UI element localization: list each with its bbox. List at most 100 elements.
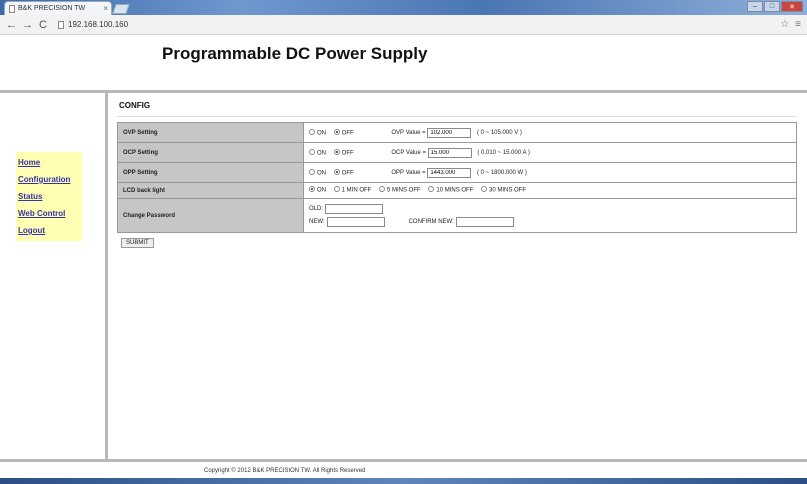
lcd-10min-label: 10 MINS OFF bbox=[436, 187, 474, 194]
browser-toolbar: ← → C 192.168.100.160 ☆ ≡ bbox=[0, 15, 807, 35]
lcd-label: LCD back light bbox=[117, 182, 304, 199]
address-bar[interactable]: 192.168.100.160 bbox=[54, 18, 132, 32]
opp-on-label: ON bbox=[317, 170, 326, 177]
ovp-controls: ON OFF OVP Value = ( 0 ~ 105.000 V ) bbox=[303, 122, 797, 143]
lcd-30min-label: 30 MINS OFF bbox=[489, 187, 527, 194]
browser-tab[interactable]: B&K PRECISION TW × bbox=[4, 1, 112, 15]
ovp-label: OVP Setting bbox=[117, 122, 304, 143]
opp-off-option[interactable]: OFF bbox=[333, 168, 354, 177]
table-row: OCP Setting ON OFF OCP Value = ( 0.010 ~… bbox=[117, 142, 797, 163]
minimize-button[interactable]: – bbox=[747, 1, 763, 12]
opp-range: ( 0 ~ 1800.000 W ) bbox=[477, 170, 527, 177]
opp-on-option[interactable]: ON bbox=[309, 168, 326, 177]
lcd-5min-option[interactable]: 5 MINS OFF bbox=[379, 186, 421, 194]
forward-icon[interactable]: → bbox=[22, 19, 33, 31]
ovp-on-label: ON bbox=[317, 130, 326, 137]
opp-off-radio[interactable] bbox=[333, 168, 340, 175]
confirm-password-input[interactable] bbox=[455, 217, 514, 227]
lcd-controls: ON 1 MIN OFF 5 MINS OFF 10 MINS OFF 30 M… bbox=[303, 182, 797, 199]
confirm-password-label: CONFIRM NEW: bbox=[408, 219, 454, 225]
os-taskbar bbox=[0, 478, 807, 484]
lcd-1min-option[interactable]: 1 MIN OFF bbox=[333, 186, 372, 194]
lcd-5min-label: 5 MINS OFF bbox=[387, 187, 421, 194]
ovp-value-input[interactable] bbox=[427, 127, 472, 138]
lcd-30min-option[interactable]: 30 MINS OFF bbox=[481, 186, 527, 194]
lcd-on-radio[interactable] bbox=[309, 186, 315, 193]
config-divider bbox=[117, 116, 797, 117]
lcd-on-option[interactable]: ON bbox=[309, 186, 326, 194]
old-password-row: OLD: bbox=[309, 203, 796, 216]
opp-value-input[interactable] bbox=[427, 167, 472, 178]
lcd-10min-option[interactable]: 10 MINS OFF bbox=[428, 186, 474, 194]
lcd-1min-label: 1 MIN OFF bbox=[341, 187, 372, 194]
new-password-row: NEW: CONFIRM NEW: bbox=[309, 216, 796, 229]
ocp-range: ( 0.010 ~ 15.000 A ) bbox=[477, 150, 530, 157]
ocp-controls: ON OFF OCP Value = ( 0.010 ~ 15.000 A ) bbox=[303, 142, 797, 163]
table-row: OPP Setting ON OFF OPP Value = ( 0 ~ 180… bbox=[117, 162, 797, 183]
lcd-on-label: ON bbox=[317, 187, 326, 194]
config-table: OVP Setting ON OFF OVP Value = ( 0 ~ 105… bbox=[117, 122, 797, 233]
new-password-input[interactable] bbox=[326, 217, 385, 227]
ovp-value-label: OVP Value = bbox=[391, 130, 426, 137]
opp-value-label: OPP Value = bbox=[391, 170, 426, 177]
opp-off-label: OFF bbox=[341, 170, 354, 177]
ovp-off-radio[interactable] bbox=[333, 128, 340, 135]
page-icon bbox=[58, 20, 64, 29]
lcd-5min-radio[interactable] bbox=[379, 186, 386, 193]
ocp-label: OCP Setting bbox=[117, 142, 304, 163]
sidebar-item-home[interactable]: Home bbox=[18, 154, 80, 171]
reload-icon[interactable]: C bbox=[38, 19, 48, 31]
bookmark-star-icon[interactable]: ☆ bbox=[780, 19, 789, 30]
ocp-value-input[interactable] bbox=[427, 147, 472, 158]
ovp-on-radio[interactable] bbox=[309, 128, 315, 135]
table-row: LCD back light ON 1 MIN OFF 5 MINS OFF 1… bbox=[117, 182, 797, 199]
menu-icon[interactable]: ≡ bbox=[795, 19, 801, 30]
new-password-label: NEW: bbox=[309, 219, 325, 225]
header-divider bbox=[0, 90, 807, 93]
new-tab-button[interactable] bbox=[112, 4, 130, 14]
page-icon bbox=[9, 4, 15, 13]
footer-divider bbox=[0, 459, 807, 462]
old-password-input[interactable] bbox=[325, 204, 384, 214]
ocp-on-option[interactable]: ON bbox=[309, 148, 326, 157]
old-password-label: OLD: bbox=[309, 206, 324, 212]
config-heading: CONFIG bbox=[119, 101, 151, 110]
ocp-off-radio[interactable] bbox=[333, 148, 340, 155]
tab-close-icon[interactable]: × bbox=[103, 4, 111, 13]
opp-label: OPP Setting bbox=[117, 162, 304, 183]
ocp-off-label: OFF bbox=[341, 150, 354, 157]
ocp-off-option[interactable]: OFF bbox=[333, 148, 354, 157]
sidebar-item-web-control[interactable]: Web Control bbox=[18, 205, 80, 222]
ocp-on-label: ON bbox=[317, 150, 326, 157]
ocp-on-radio[interactable] bbox=[309, 148, 315, 155]
ocp-value-label: OCP Value = bbox=[391, 150, 426, 157]
opp-on-radio[interactable] bbox=[309, 168, 315, 175]
maximize-button[interactable]: □ bbox=[764, 1, 780, 12]
url-text[interactable]: 192.168.100.160 bbox=[68, 20, 128, 29]
lcd-30min-radio[interactable] bbox=[481, 186, 488, 193]
ovp-range: ( 0 ~ 105.000 V ) bbox=[477, 130, 522, 137]
sidebar-divider bbox=[105, 93, 108, 459]
window-controls: – □ ✕ bbox=[747, 1, 803, 12]
ovp-off-label: OFF bbox=[341, 130, 354, 137]
table-row: Change Password OLD: NEW: CONFIRM NEW: bbox=[117, 198, 797, 233]
sidebar-item-status[interactable]: Status bbox=[18, 188, 80, 205]
lcd-1min-radio[interactable] bbox=[333, 186, 340, 193]
sidebar-nav: Home Configuration Status Web Control Lo… bbox=[16, 152, 82, 241]
lcd-10min-radio[interactable] bbox=[428, 186, 435, 193]
browser-title-bar: B&K PRECISION TW × – □ ✕ bbox=[0, 0, 807, 15]
password-label: Change Password bbox=[117, 198, 304, 233]
table-row: OVP Setting ON OFF OVP Value = ( 0 ~ 105… bbox=[117, 122, 797, 143]
toolbar-right: ☆ ≡ bbox=[780, 19, 801, 30]
sidebar-item-logout[interactable]: Logout bbox=[18, 222, 80, 239]
close-window-button[interactable]: ✕ bbox=[781, 1, 803, 12]
page-title: Programmable DC Power Supply bbox=[162, 44, 428, 63]
sidebar-item-configuration[interactable]: Configuration bbox=[18, 171, 80, 188]
password-controls: OLD: NEW: CONFIRM NEW: bbox=[303, 198, 797, 233]
tab-title: B&K PRECISION TW bbox=[18, 5, 86, 12]
opp-controls: ON OFF OPP Value = ( 0 ~ 1800.000 W ) bbox=[303, 162, 797, 183]
ovp-off-option[interactable]: OFF bbox=[333, 128, 354, 137]
back-icon[interactable]: ← bbox=[6, 19, 17, 31]
submit-button[interactable]: SUBMIT bbox=[121, 238, 154, 248]
ovp-on-option[interactable]: ON bbox=[309, 128, 326, 137]
